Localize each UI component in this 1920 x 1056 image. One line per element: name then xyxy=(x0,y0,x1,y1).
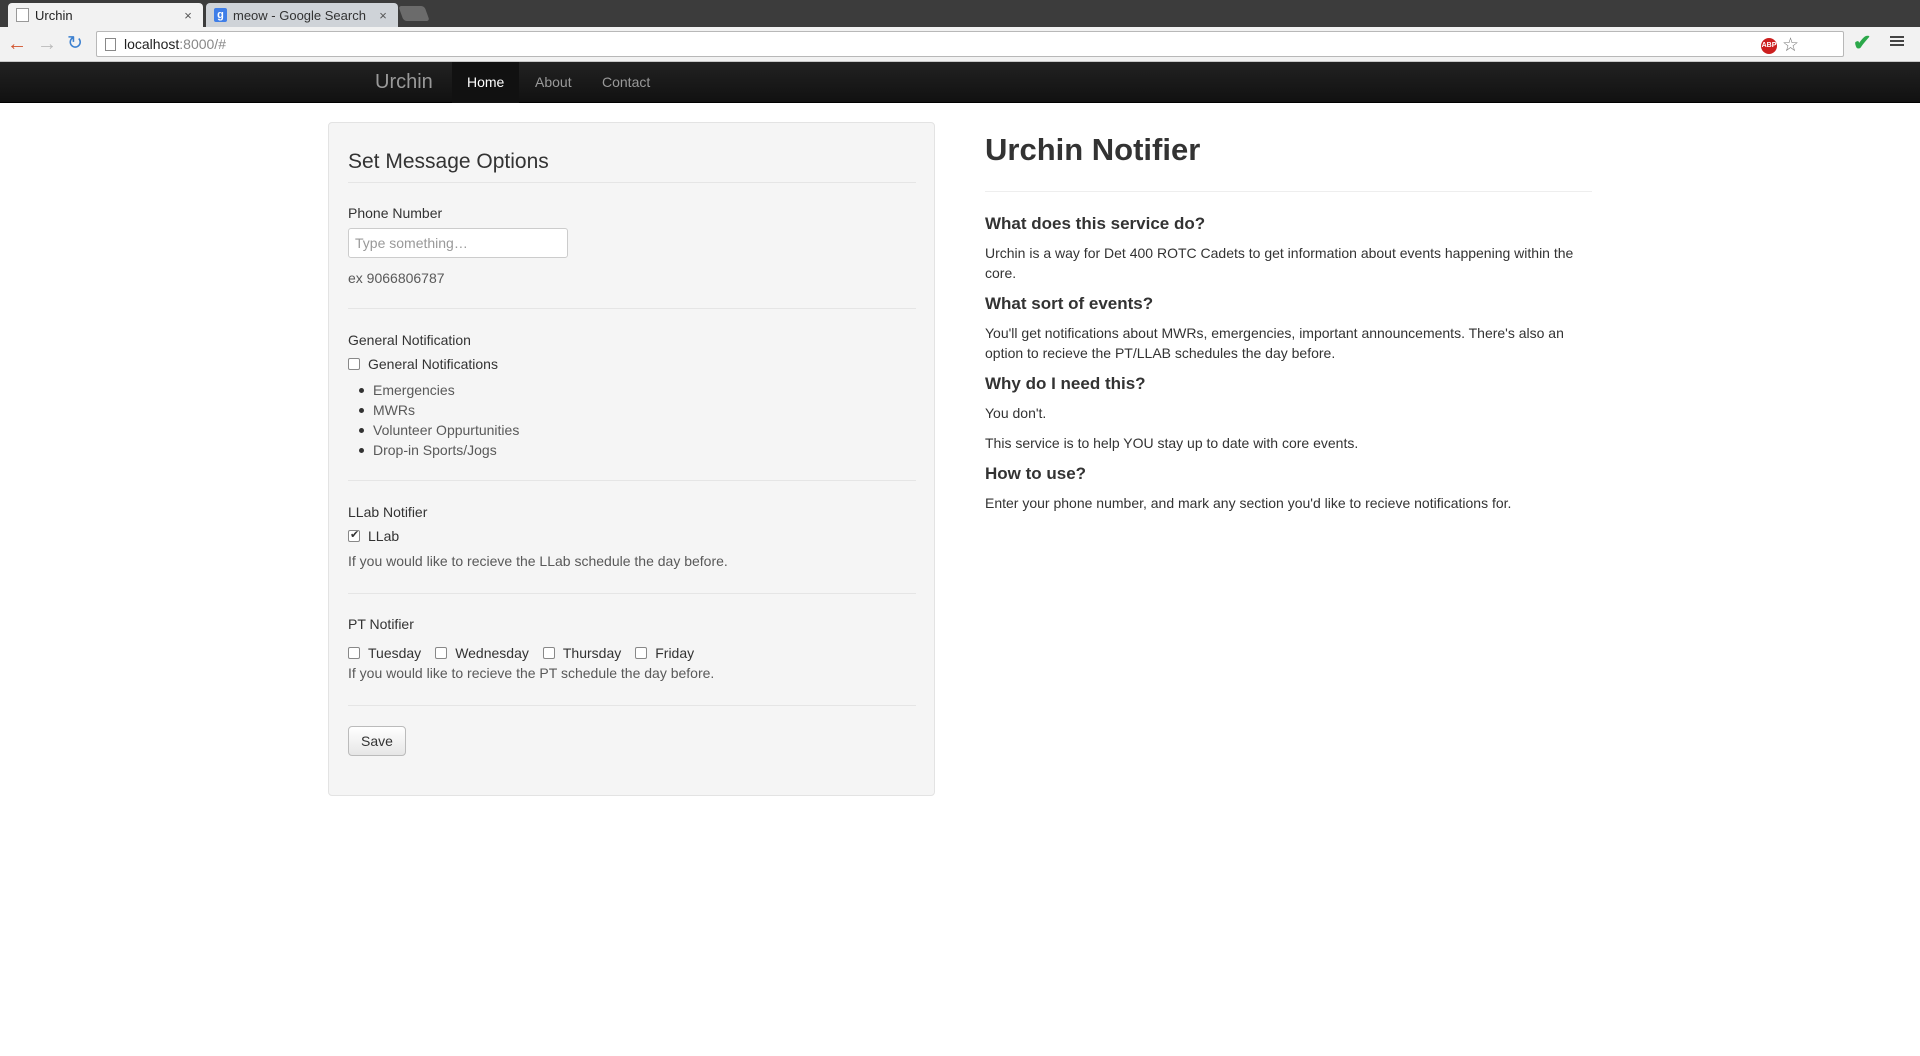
page-icon xyxy=(105,37,116,51)
section-heading: Why do I need this? xyxy=(985,374,1146,393)
phone-help: ex 9066806787 xyxy=(348,270,445,286)
general-notification-label: General Notification xyxy=(348,332,471,348)
list-item: Drop-in Sports/Jogs xyxy=(358,440,519,460)
new-tab-button[interactable] xyxy=(398,6,430,21)
list-item: Emergencies xyxy=(358,380,519,400)
forward-arrow-icon[interactable]: → xyxy=(36,33,58,55)
browser-toolbar: ← → ↻ localhost:8000/# ABP ☆ ✔ xyxy=(0,27,1920,62)
tab-title: Urchin xyxy=(35,7,73,23)
pt-day-label: Tuesday xyxy=(368,645,422,661)
extension-check-icon[interactable]: ✔ xyxy=(1853,30,1871,56)
section-text: You don't. xyxy=(985,405,1047,421)
pt-friday-checkbox[interactable] xyxy=(635,647,648,659)
llab-notifier-label: LLab Notifier xyxy=(348,504,428,520)
url-host: localhost xyxy=(124,36,180,52)
phone-input[interactable] xyxy=(348,228,568,258)
close-icon[interactable]: × xyxy=(376,8,390,23)
url-path: :8000/# xyxy=(179,36,226,52)
phone-label: Phone Number xyxy=(348,205,443,221)
adblock-icon[interactable]: ABP xyxy=(1761,38,1777,54)
section-text: Urchin is a way for Det 400 ROTC Cadets … xyxy=(985,245,1574,281)
divider xyxy=(348,182,916,183)
pt-friday-row[interactable]: Friday xyxy=(635,645,694,661)
reload-icon[interactable]: ↻ xyxy=(64,33,86,55)
section-heading: What does this service do? xyxy=(985,214,1206,233)
pt-day-label: Wednesday xyxy=(455,645,529,661)
nav-about[interactable]: About xyxy=(520,62,587,103)
form-legend: Set Message Options xyxy=(348,150,549,173)
section-text: Enter your phone number, and mark any se… xyxy=(985,495,1512,511)
pt-day-label: Thursday xyxy=(562,645,622,661)
divider xyxy=(348,593,916,594)
section-heading: What sort of events? xyxy=(985,294,1154,313)
google-icon: g xyxy=(214,8,227,22)
back-arrow-icon[interactable]: ← xyxy=(6,33,28,55)
pt-tuesday-row[interactable]: Tuesday xyxy=(348,645,421,661)
tab-title: meow - Google Search xyxy=(233,7,366,23)
pt-thursday-checkbox[interactable] xyxy=(542,647,555,659)
nav-contact[interactable]: Contact xyxy=(587,62,665,103)
close-icon[interactable]: × xyxy=(181,8,195,23)
list-item: Volunteer Oppurtunities xyxy=(358,422,520,438)
pt-days-group: Tuesday Wednesday Thursday Friday xyxy=(348,645,708,661)
message-options-form: Set Message Options Phone Number ex 9066… xyxy=(328,122,935,796)
tab-urchin[interactable]: Urchin × xyxy=(8,3,203,27)
save-button[interactable]: Save xyxy=(348,726,406,756)
llab-help: If you would like to recieve the LLab sc… xyxy=(348,553,728,569)
general-notifications-checkbox[interactable] xyxy=(348,358,360,370)
pt-thursday-row[interactable]: Thursday xyxy=(542,645,622,661)
browser-tabstrip: Urchin × g meow - Google Search × xyxy=(0,0,1920,27)
pt-help: If you would like to recieve the PT sche… xyxy=(348,665,715,681)
page-icon xyxy=(16,8,29,22)
pt-day-label: Friday xyxy=(655,645,695,661)
bookmark-star-icon[interactable]: ☆ xyxy=(1782,34,1799,57)
pt-tuesday-checkbox[interactable] xyxy=(348,647,360,659)
divider xyxy=(348,480,916,481)
pt-notifier-label: PT Notifier xyxy=(348,616,414,632)
nav-home[interactable]: Home xyxy=(452,62,520,103)
pt-wednesday-row[interactable]: Wednesday xyxy=(435,645,529,661)
llab-checkbox[interactable] xyxy=(348,528,360,542)
brand-link[interactable]: Urchin xyxy=(375,71,433,94)
section-text: This service is to help YOU stay up to d… xyxy=(985,435,1359,451)
address-bar[interactable]: localhost:8000/# ABP ☆ xyxy=(96,31,1844,57)
general-notifications-checkbox-row[interactable]: General Notifications xyxy=(348,356,498,372)
page-title: Urchin Notifier xyxy=(985,132,1201,167)
tab-google-search[interactable]: g meow - Google Search × xyxy=(206,3,398,27)
pt-wednesday-checkbox[interactable] xyxy=(435,647,448,659)
menu-icon[interactable] xyxy=(1890,34,1904,48)
site-navbar: Urchin Home About Contact xyxy=(0,62,1920,103)
divider xyxy=(348,308,916,309)
llab-checkbox-label: LLab xyxy=(368,528,400,544)
divider xyxy=(985,191,1592,192)
general-notifications-list: Emergencies MWRs Volunteer Oppurtunities… xyxy=(358,380,520,460)
general-notifications-label: General Notifications xyxy=(368,356,498,372)
llab-checkbox-row[interactable]: LLab xyxy=(348,528,399,544)
section-heading: How to use? xyxy=(985,464,1087,483)
list-item: MWRs xyxy=(358,400,519,420)
divider xyxy=(348,705,916,706)
section-text: You'll get notifications about MWRs, eme… xyxy=(985,325,1564,361)
